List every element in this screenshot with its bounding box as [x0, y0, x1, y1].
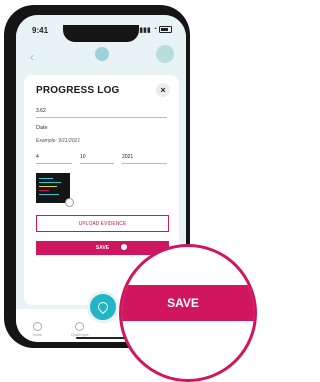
date-example: Example: 9/11/2021: [36, 138, 81, 144]
back-arrow-icon[interactable]: ‹: [30, 50, 34, 64]
battery-icon: [159, 26, 172, 33]
remove-thumbnail-icon[interactable]: [65, 198, 74, 207]
location-pin-icon: [95, 299, 111, 315]
home-icon: [32, 322, 42, 331]
status-time: 9:41: [32, 26, 49, 35]
date-label: Date: [36, 125, 48, 131]
zoomed-save-button: SAVE: [122, 285, 254, 321]
tab-home[interactable]: Home: [22, 322, 52, 337]
upload-evidence-button[interactable]: UPLOAD EVIDENCE: [36, 215, 169, 232]
profile-avatar[interactable]: [156, 45, 174, 63]
globe-icon: [75, 322, 85, 331]
signal-icon: ▮▮▮: [139, 27, 151, 34]
evidence-thumbnail[interactable]: [36, 173, 70, 203]
modal-title: PROGRESS LOG: [36, 85, 120, 96]
thumb-line: [39, 182, 61, 183]
thumb-line: [39, 178, 53, 179]
save-button[interactable]: SAVE: [36, 241, 169, 255]
wifi-icon: ◔: [152, 26, 157, 33]
status-icons: ▮▮▮ ◔: [139, 26, 172, 34]
tab-label: Home: [32, 333, 42, 337]
center-action-button[interactable]: [87, 291, 119, 323]
close-button[interactable]: ×: [156, 83, 170, 97]
location-pin-icon: [95, 47, 109, 61]
thumb-line: [39, 186, 57, 187]
date-day-input[interactable]: 10: [80, 151, 114, 164]
tab-challenges[interactable]: Challenges: [65, 322, 95, 337]
phone-notch: [63, 25, 139, 42]
date-month-input[interactable]: 4: [36, 151, 72, 164]
thumb-line: [39, 194, 59, 195]
zoom-callout: SAVE: [119, 244, 257, 382]
date-year-input[interactable]: 2021: [122, 151, 167, 164]
home-indicator: [76, 337, 126, 339]
value-input[interactable]: 3.62: [36, 105, 167, 118]
thumb-line: [39, 190, 49, 191]
zoom-connector-dot: [119, 242, 129, 252]
